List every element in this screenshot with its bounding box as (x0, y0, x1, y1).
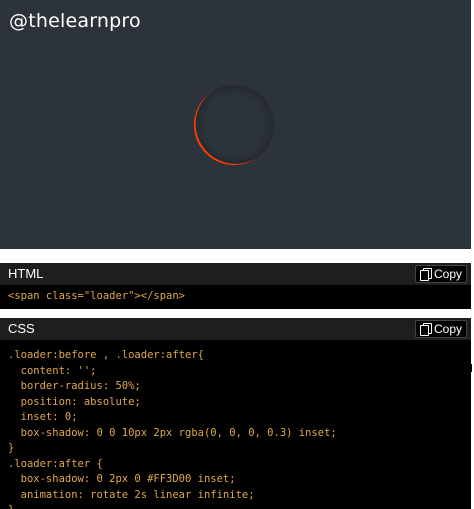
html-panel-header: HTML Copy (0, 263, 471, 285)
code-line: } (8, 442, 15, 454)
watermark-text: @thelearnpro (9, 10, 141, 32)
code-line: content: ''; (8, 364, 97, 377)
code-line: position: absolute; (8, 395, 141, 408)
code-line: box-shadow: 0 2px 0 #FF3D00 inset; (8, 473, 236, 485)
copy-icon (419, 323, 432, 336)
css-panel-header: CSS Copy (0, 318, 471, 340)
divider (0, 249, 474, 263)
html-copy-button[interactable]: Copy (415, 265, 467, 283)
code-line: animation: rotate 2s linear infinite; (8, 488, 255, 501)
copy-icon (419, 268, 432, 281)
loader-preview: @thelearnpro (0, 0, 471, 249)
html-code-panel: HTML Copy <span class="loader"></span> (0, 263, 471, 309)
divider (0, 309, 474, 318)
code-line: .loader:before , .loader:after{ (8, 349, 204, 361)
css-panel-title: CSS (8, 321, 35, 336)
css-code-block: .loader:before , .loader:after{ content:… (8, 348, 337, 509)
scrollbar-marker[interactable] (470, 364, 472, 372)
code-line: border-radius: 50%; (8, 380, 141, 392)
css-copy-button[interactable]: Copy (415, 320, 467, 338)
loader-spinner (194, 85, 274, 165)
html-panel-title: HTML (8, 266, 44, 281)
code-line: <span class="loader"></span> (8, 290, 186, 302)
html-code-block: <span class="loader"></span> (8, 289, 185, 305)
copy-label: Copy (433, 322, 462, 336)
copy-label: Copy (433, 267, 462, 281)
css-code-panel: CSS Copy .loader:before , .loader:after{… (0, 318, 471, 509)
code-line: } (8, 503, 337, 509)
code-line: .loader:after { (8, 457, 103, 470)
code-line: inset: 0; (8, 411, 78, 423)
code-line: box-shadow: 0 0 10px 2px rgba(0, 0, 0, 0… (8, 426, 337, 439)
loader-red-arc (178, 69, 289, 180)
